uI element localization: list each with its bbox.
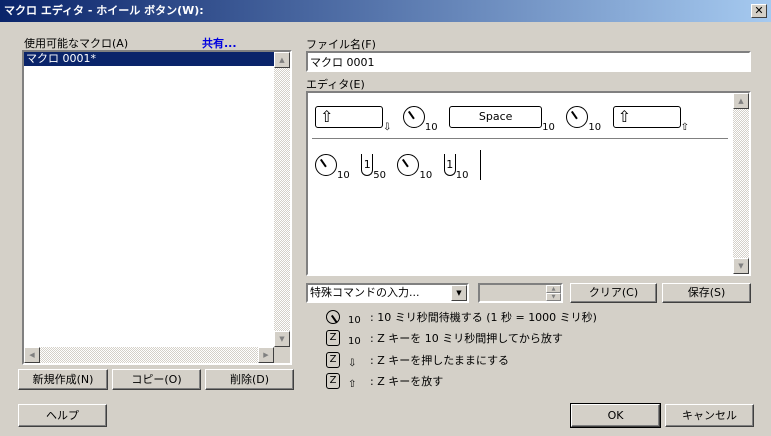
clear-button[interactable]: クリア(C) (570, 283, 657, 303)
scroll-left-button[interactable]: ◀ (24, 347, 40, 363)
divider (312, 138, 728, 139)
clock-icon (402, 106, 425, 128)
wait-item[interactable]: 10 (397, 154, 440, 181)
special-command-value: 特殊コマンドの入力... (310, 286, 420, 299)
mouse-button-icon: 1 (361, 154, 374, 176)
z-key-icon: Z (326, 330, 340, 346)
list-item[interactable]: マクロ 0001* (24, 52, 275, 66)
macro-list[interactable]: マクロ 0001* ▲ ▼ ◀ ▶ (22, 50, 292, 365)
z-key-icon: Z (326, 352, 340, 368)
filename-label: ファイル名(F) (306, 38, 376, 51)
chevron-down-icon[interactable]: ▼ (451, 285, 467, 301)
clock-icon (315, 154, 337, 176)
wait-item[interactable]: 10 (566, 106, 609, 133)
horizontal-scrollbar[interactable]: ◀ ▶ (24, 347, 274, 363)
help-button[interactable]: ヘルプ (18, 404, 107, 427)
space-key[interactable]: Space10 (449, 106, 563, 133)
legend-hold: Z ⇩ : Z キーを押したままにする (326, 351, 509, 369)
editor-label: エディタ(E) (306, 78, 365, 91)
shift-key-up[interactable]: ⇧⇧ (612, 106, 697, 133)
macro-editor[interactable]: ⇧⇩ 10 Space10 10 ⇧⇧ 10 150 10 110 ▲ ▼ (306, 91, 751, 276)
legend-press: Z 10 : Z キーを 10 ミリ秒間押してから放す (326, 329, 563, 347)
scroll-up-button[interactable]: ▲ (733, 93, 749, 109)
mouse-button-icon: 1 (443, 154, 456, 176)
value-spinner[interactable]: ▲ ▼ (478, 283, 563, 303)
new-button[interactable]: 新規作成(N) (18, 369, 108, 390)
mouse-click-item[interactable]: 110 (443, 154, 477, 181)
editor-row-2: 10 150 10 110 (315, 150, 481, 181)
space-key-icon: Space (449, 106, 543, 128)
mouse-click-item[interactable]: 150 (361, 154, 394, 181)
cancel-button[interactable]: キャンセル (665, 404, 754, 427)
ok-button[interactable]: OK (570, 403, 661, 428)
save-button[interactable]: 保存(S) (662, 283, 751, 303)
shift-key-down[interactable]: ⇧⇩ (315, 106, 399, 133)
shift-key-icon: ⇧ (612, 106, 681, 128)
copy-button[interactable]: コピー(O) (112, 369, 201, 390)
clock-icon (397, 154, 420, 176)
legend-release: Z ⇧ : Z キーを放す (326, 372, 443, 390)
wait-item[interactable]: 10 (315, 154, 358, 181)
clock-icon (566, 106, 589, 128)
wait-item[interactable]: 10 (402, 106, 446, 133)
legend-wait: 10 : 10 ミリ秒間待機する (1 秒 = 1000 ミリ秒) (326, 308, 597, 326)
window-title: マクロ エディタ - ホイール ボタン(W): (4, 4, 204, 17)
delete-button[interactable]: 削除(D) (205, 369, 294, 390)
scroll-up-button[interactable]: ▲ (274, 52, 290, 68)
editor-row-1: ⇧⇩ 10 Space10 10 ⇧⇧ (315, 106, 697, 133)
editor-scrollbar[interactable]: ▲ ▼ (733, 93, 749, 274)
shift-key-icon: ⇧ (315, 106, 383, 128)
vertical-scrollbar[interactable]: ▲ ▼ (274, 52, 290, 347)
filename-input[interactable] (306, 51, 751, 72)
share-link[interactable]: 共有... (202, 35, 237, 51)
special-command-select[interactable]: 特殊コマンドの入力... ▼ (306, 283, 469, 303)
close-button[interactable]: ✕ (751, 4, 767, 18)
scroll-down-button[interactable]: ▼ (733, 258, 749, 274)
text-cursor (479, 150, 481, 180)
z-key-icon: Z (326, 373, 340, 389)
macros-label: 使用可能なマクロ(A) (24, 37, 129, 50)
clock-icon (326, 310, 340, 324)
title-bar: マクロ エディタ - ホイール ボタン(W): (0, 0, 771, 22)
scroll-down-button[interactable]: ▼ (274, 331, 290, 347)
scroll-right-button[interactable]: ▶ (258, 347, 274, 363)
